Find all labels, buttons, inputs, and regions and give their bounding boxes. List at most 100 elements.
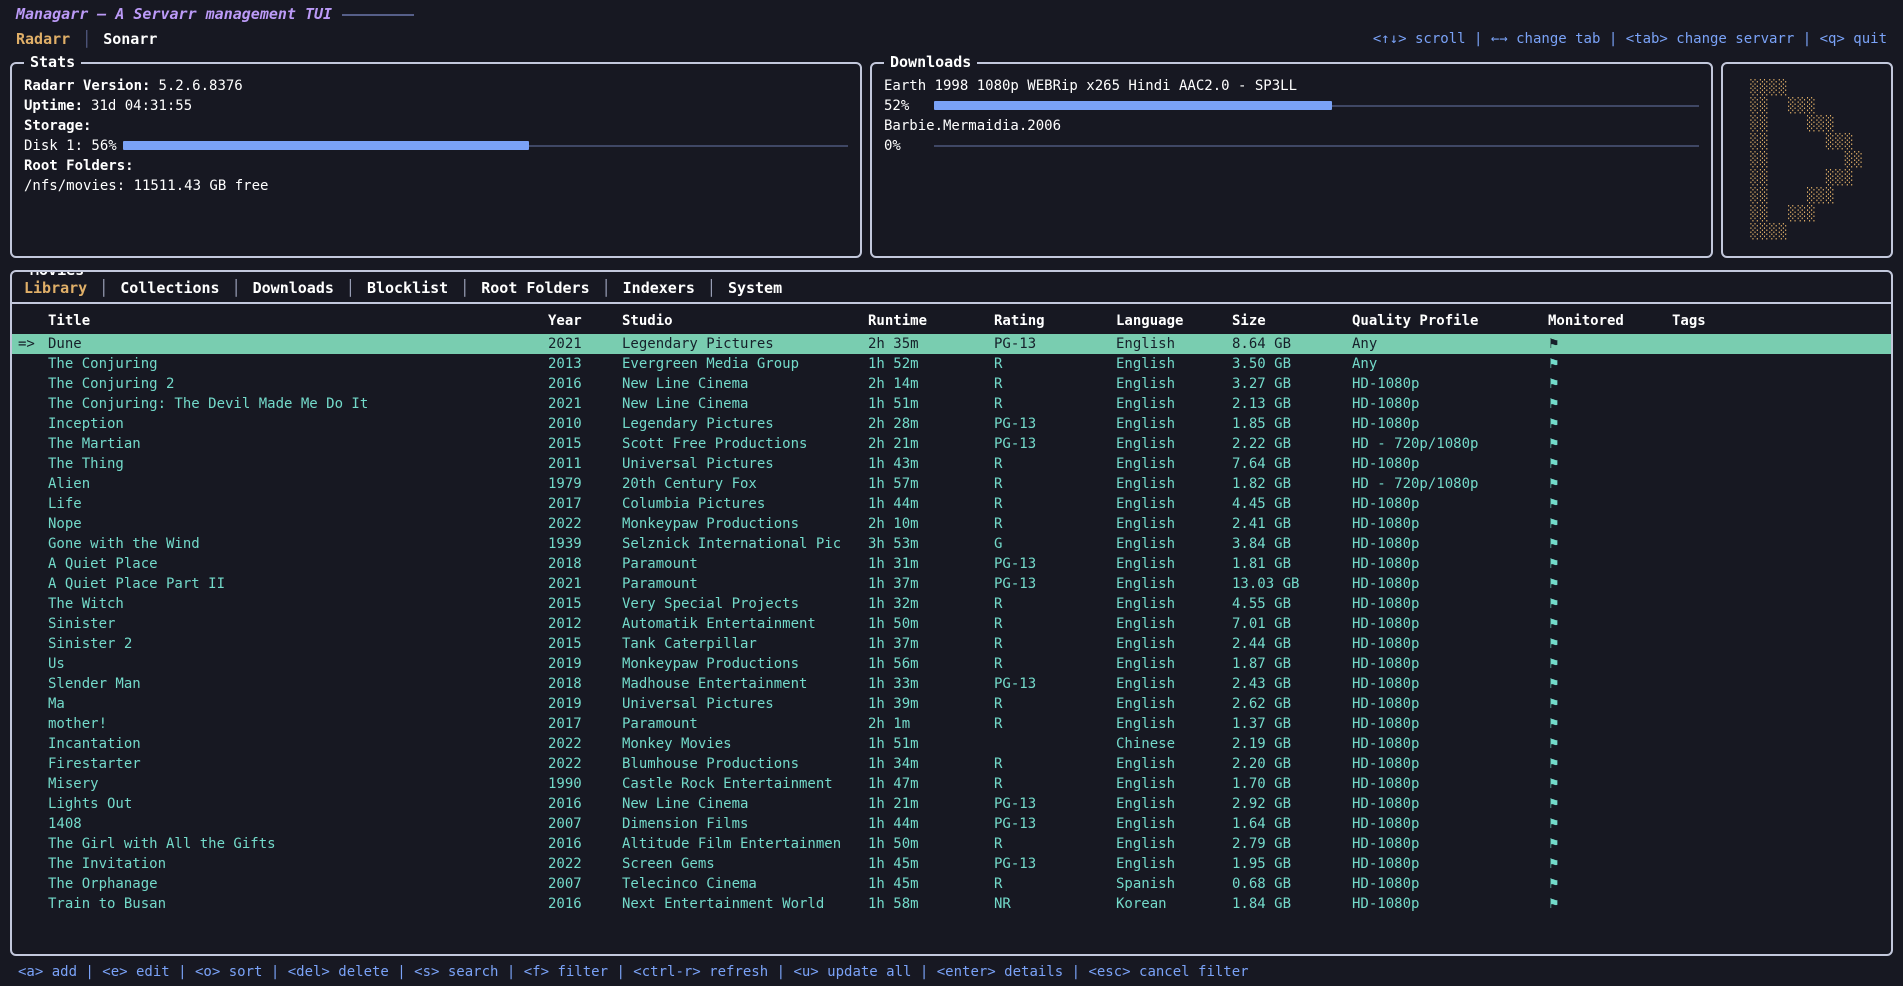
cell-studio: Selznick International Pic (622, 534, 868, 554)
table-row[interactable]: Misery1990Castle Rock Entertainment1h 47… (12, 774, 1891, 794)
cell-rating (994, 734, 1116, 754)
cell-tags (1672, 634, 1891, 654)
cell-year: 2017 (548, 714, 622, 734)
cell-quality_profile: HD-1080p (1352, 754, 1548, 774)
table-row[interactable]: A Quiet Place2018Paramount1h 31mPG-13Eng… (12, 554, 1891, 574)
cell-size: 3.50 GB (1232, 354, 1352, 374)
table-row[interactable]: The Witch2015Very Special Projects1h 32m… (12, 594, 1891, 614)
cell-studio: Altitude Film Entertainmen (622, 834, 868, 854)
table-row[interactable]: A Quiet Place Part II2021Paramount1h 37m… (12, 574, 1891, 594)
cell-language: English (1116, 694, 1232, 714)
table-row[interactable]: Us2019Monkeypaw Productions1h 56mREnglis… (12, 654, 1891, 674)
cell-title: Dune (48, 334, 548, 354)
cell-size: 2.62 GB (1232, 694, 1352, 714)
table-row[interactable]: The Martian2015Scott Free Productions2h … (12, 434, 1891, 454)
cell-language: English (1116, 854, 1232, 874)
app-title: Managarr – A Servarr management TUI (16, 5, 332, 23)
download-1-name: Barbie.Mermaidia.2006 (884, 118, 1061, 134)
cell-quality_profile: HD - 720p/1080p (1352, 474, 1548, 494)
selection-arrow (12, 714, 48, 734)
monitored-icon: ⚑ (1548, 474, 1672, 494)
table-row[interactable]: Train to Busan2016Next Entertainment Wor… (12, 894, 1891, 914)
table-row[interactable]: Sinister 22015Tank Caterpillar1h 37mREng… (12, 634, 1891, 654)
table-row[interactable]: The Conjuring: The Devil Made Me Do It20… (12, 394, 1891, 414)
header-title: Title (48, 308, 548, 334)
cell-tags (1672, 834, 1891, 854)
cell-runtime: 2h 21m (868, 434, 994, 454)
cell-runtime: 1h 57m (868, 474, 994, 494)
cell-tags (1672, 894, 1891, 914)
table-row[interactable]: The Conjuring2013Evergreen Media Group1h… (12, 354, 1891, 374)
table-row[interactable]: Nope2022Monkeypaw Productions2h 10mREngl… (12, 514, 1891, 534)
table-row[interactable]: Alien197920th Century Fox1h 57mREnglish1… (12, 474, 1891, 494)
cell-rating: R (994, 614, 1116, 634)
tab-radarr[interactable]: Radarr (16, 30, 70, 48)
cell-tags (1672, 374, 1891, 394)
table-row[interactable]: The Conjuring 22016New Line Cinema2h 14m… (12, 374, 1891, 394)
table-row[interactable]: Lights Out2016New Line Cinema1h 21mPG-13… (12, 794, 1891, 814)
selection-arrow (12, 494, 48, 514)
tab-indexers[interactable]: Indexers (623, 279, 728, 297)
cell-size: 1.85 GB (1232, 414, 1352, 434)
cell-size: 8.64 GB (1232, 334, 1352, 354)
cell-quality_profile: HD-1080p (1352, 814, 1548, 834)
titlebar: Managarr – A Servarr management TUI (0, 0, 1903, 24)
cell-runtime: 1h 31m (868, 554, 994, 574)
root-folders-line: Root Folders: (24, 156, 848, 176)
cell-quality_profile: HD-1080p (1352, 694, 1548, 714)
cell-studio: Universal Pictures (622, 694, 868, 714)
header-arrow-spacer (12, 308, 48, 334)
cell-runtime: 1h 44m (868, 814, 994, 834)
tab-blocklist[interactable]: Blocklist (367, 279, 481, 297)
selection-arrow (12, 354, 48, 374)
selection-arrow (12, 754, 48, 774)
tab-collections[interactable]: Collections (120, 279, 252, 297)
cell-rating: R (994, 514, 1116, 534)
table-row[interactable]: Firestarter2022Blumhouse Productions1h 3… (12, 754, 1891, 774)
cell-rating: PG-13 (994, 434, 1116, 454)
disk-line: Disk 1: 56% (24, 136, 848, 156)
cell-quality_profile: HD - 720p/1080p (1352, 434, 1548, 454)
cell-tags (1672, 554, 1891, 574)
cell-runtime: 2h 10m (868, 514, 994, 534)
table-row[interactable]: The Girl with All the Gifts2016Altitude … (12, 834, 1891, 854)
tab-separator: │ (82, 30, 91, 48)
monitored-icon: ⚑ (1548, 794, 1672, 814)
tab-root-folders[interactable]: Root Folders (481, 279, 622, 297)
cell-tags (1672, 414, 1891, 434)
cell-rating: R (994, 774, 1116, 794)
cell-quality_profile: HD-1080p (1352, 654, 1548, 674)
root-folder-value: /nfs/movies: 11511.43 GB free (24, 178, 268, 194)
tab-downloads[interactable]: Downloads (253, 279, 367, 297)
table-row[interactable]: The Orphanage2007Telecinco Cinema1h 45mR… (12, 874, 1891, 894)
cell-studio: New Line Cinema (622, 794, 868, 814)
table-row[interactable]: mother!2017Paramount2h 1mREnglish1.37 GB… (12, 714, 1891, 734)
cell-studio: Monkeypaw Productions (622, 654, 868, 674)
table-row[interactable]: Inception2010Legendary Pictures2h 28mPG-… (12, 414, 1891, 434)
cell-quality_profile: HD-1080p (1352, 834, 1548, 854)
monitored-icon: ⚑ (1548, 734, 1672, 754)
cell-rating: R (994, 754, 1116, 774)
cell-language: English (1116, 594, 1232, 614)
cell-size: 1.64 GB (1232, 814, 1352, 834)
table-row[interactable]: Life2017Columbia Pictures1h 44mREnglish4… (12, 494, 1891, 514)
selection-arrow (12, 534, 48, 554)
table-row[interactable]: Incantation2022Monkey Movies1h 51mChines… (12, 734, 1891, 754)
table-row[interactable]: Slender Man2018Madhouse Entertainment1h … (12, 674, 1891, 694)
tab-library[interactable]: Library (24, 279, 120, 297)
cell-runtime: 1h 50m (868, 834, 994, 854)
tab-system[interactable]: System (728, 279, 782, 297)
cell-language: Spanish (1116, 874, 1232, 894)
table-row[interactable]: The Thing2011Universal Pictures1h 43mREn… (12, 454, 1891, 474)
table-row[interactable]: Gone with the Wind1939Selznick Internati… (12, 534, 1891, 554)
cell-tags (1672, 574, 1891, 594)
table-row[interactable]: Sinister2012Automatik Entertainment1h 50… (12, 614, 1891, 634)
logo-panel: ░░░░ ░░ ░░░ ░░ ░░░ ░░ ░░░ ░░ ░░ ░░ ░░░ ░… (1721, 62, 1893, 258)
table-row[interactable]: =>Dune2021Legendary Pictures2h 35mPG-13E… (12, 334, 1891, 354)
table-row[interactable]: Ma2019Universal Pictures1h 39mREnglish2.… (12, 694, 1891, 714)
cell-quality_profile: HD-1080p (1352, 734, 1548, 754)
cell-runtime: 2h 28m (868, 414, 994, 434)
table-row[interactable]: The Invitation2022Screen Gems1h 45mPG-13… (12, 854, 1891, 874)
tab-sonarr[interactable]: Sonarr (103, 30, 157, 48)
table-row[interactable]: 14082007Dimension Films1h 44mPG-13Englis… (12, 814, 1891, 834)
